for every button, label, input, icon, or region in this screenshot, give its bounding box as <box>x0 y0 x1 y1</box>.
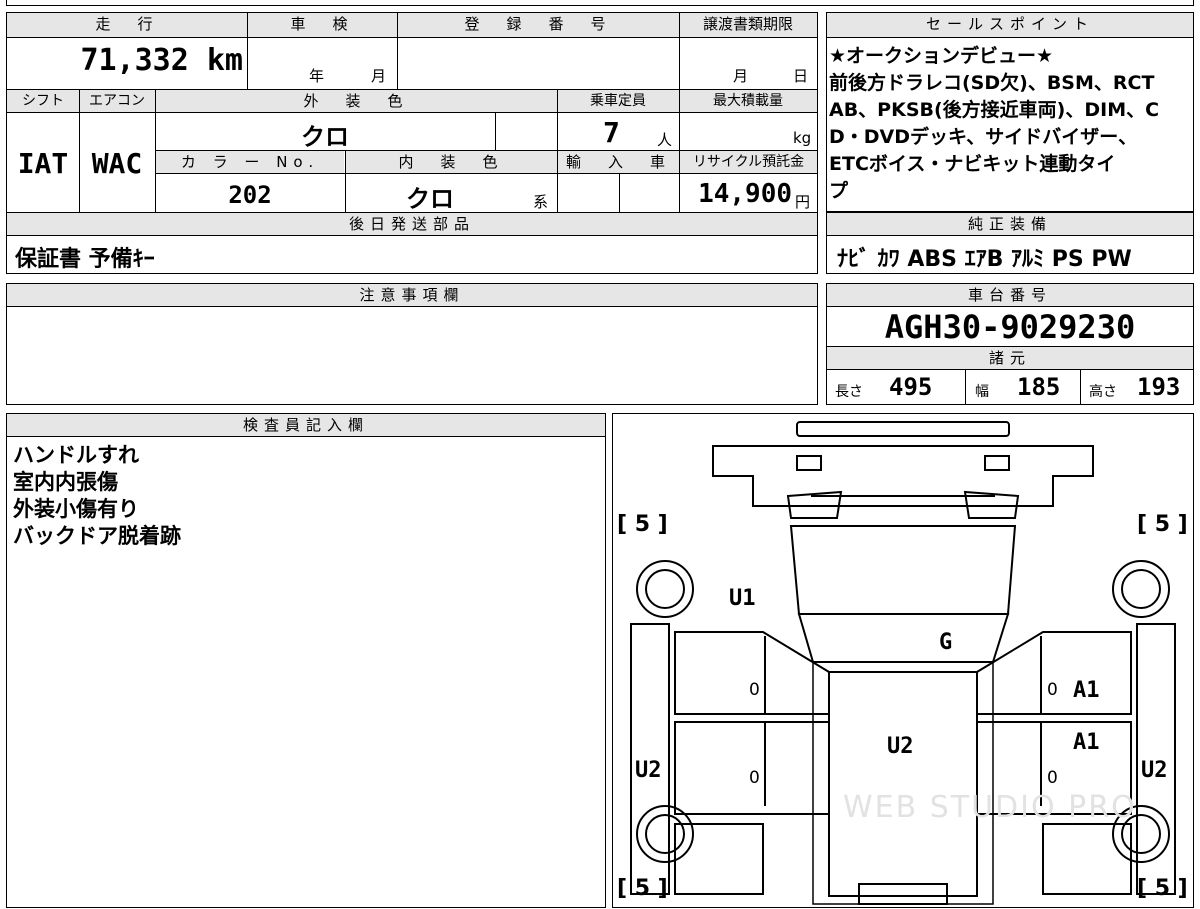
capacity-unit: 人 <box>657 131 673 149</box>
mileage-value: 71,332 km <box>80 43 243 78</box>
watermark: WEB STUDIO PRO <box>843 790 1137 825</box>
inspector-line: 外装小傷有り <box>13 497 139 521</box>
width-label: 幅 <box>975 384 989 400</box>
later-parts-header: 後日発送部品 <box>7 213 817 235</box>
tire-depth-bottom-left: [ 5 ] <box>617 876 668 901</box>
transfer-deadline-header: 譲渡書類期限 <box>679 13 817 37</box>
car-diagram <box>630 421 1176 905</box>
recycle-header: リサイクル預託金 <box>680 151 817 173</box>
capacity-value: 7 <box>603 116 620 149</box>
interior-suffix: 系 <box>533 193 549 211</box>
notes-box: 注意事項欄 <box>6 283 818 405</box>
width-value: 185 <box>1017 373 1061 401</box>
inspector-box: 検査員記入欄 ハンドルすれ 室内内張傷 外装小傷有り バックドア脱着跡 <box>6 413 606 908</box>
car-diagram-box: [ 5 ] [ 5 ] [ 5 ] [ 5 ] U1 G A1 A1 U2 U2… <box>612 413 1194 908</box>
recycle-unit: 円 <box>795 193 811 211</box>
exterior-header: 外 装 色 <box>155 90 557 112</box>
chassis-number: AGH30-9029230 <box>884 308 1136 346</box>
vehicle-info-table: 走 行 車 検 登 録 番 号 譲渡書類期限 71,332 km 年 月 月 日… <box>6 12 818 274</box>
damage-mark-u2-center: U2 <box>887 734 914 759</box>
shaken-year: 年 <box>309 67 325 85</box>
color-no-header: カ ラ ー No. <box>156 151 344 173</box>
sales-point-header: セールスポイント <box>827 13 1193 37</box>
shift-header: シフト <box>7 90 79 112</box>
inspector-header: 検査員記入欄 <box>7 414 605 436</box>
maxload-unit: kg <box>793 129 812 147</box>
sales-point-line: 前後方ドラレコ(SD欠)、BSM、RCT <box>829 72 1155 94</box>
transfer-month: 月 <box>733 67 749 85</box>
inspector-line: バックドア脱着跡 <box>13 524 181 548</box>
import-header: 輸 入 車 <box>558 151 679 173</box>
equipment-box: 純正装備 ﾅﾋﾞ ｶﾜ ABS ｴｱB ｱﾙﾐ PS PW <box>826 212 1194 274</box>
height-value: 193 <box>1137 373 1181 401</box>
length-label: 長さ <box>835 384 863 400</box>
notes-header: 注意事項欄 <box>7 284 817 306</box>
transfer-day: 日 <box>793 67 809 85</box>
maxload-header: 最大積載量 <box>679 90 817 112</box>
sales-point-box: セールスポイント ★オークションデビュー★ 前後方ドラレコ(SD欠)、BSM、R… <box>826 12 1194 212</box>
capacity-header: 乗車定員 <box>557 90 679 112</box>
shaken-month: 月 <box>371 67 387 85</box>
damage-mark-u1: U1 <box>729 586 756 611</box>
sales-point-line: ETCボイス・ナビキット連動タイ <box>829 153 1116 175</box>
equipment-value: ﾅﾋﾞ ｶﾜ ABS ｴｱB ｱﾙﾐ PS PW <box>837 247 1132 272</box>
sales-point-line: AB、PKSB(後方接近車両)、DIM、C <box>829 99 1160 121</box>
spec-header: 諸元 <box>827 347 1193 369</box>
chassis-box: 車台番号 AGH30-9029230 諸元 長さ 495 幅 185 高さ 19… <box>826 283 1194 405</box>
damage-mark-u2-right: U2 <box>1141 758 1168 783</box>
height-label: 高さ <box>1089 384 1117 400</box>
inspector-line: 室内内張傷 <box>13 470 118 494</box>
later-parts-value: 保証書 予備ｷｰ <box>15 247 155 272</box>
ac-value: WAC <box>91 147 143 180</box>
length-value: 495 <box>889 373 933 401</box>
chassis-header: 車台番号 <box>827 284 1193 306</box>
tire-depth-top-right: [ 5 ] <box>1137 512 1188 537</box>
interior-header: 内 装 色 <box>345 151 557 173</box>
mileage-header: 走 行 <box>7 13 247 37</box>
zero-mark-right-upper: 0 <box>1047 680 1058 700</box>
sales-point-line: プ <box>829 180 849 202</box>
ac-header: エアコン <box>79 90 155 112</box>
tire-depth-top-left: [ 5 ] <box>617 512 668 537</box>
zero-mark-left-lower: 0 <box>749 768 760 788</box>
registration-header: 登 録 番 号 <box>397 13 679 37</box>
sales-point-line: D・DVDデッキ、サイドバイザー、 <box>829 126 1138 148</box>
inspector-line: ハンドルすれ <box>13 443 139 467</box>
recycle-amount: 14,900 <box>698 179 792 209</box>
damage-mark-u2-left: U2 <box>635 758 662 783</box>
color-no-value: 202 <box>228 181 272 209</box>
top-strip <box>6 0 1194 6</box>
exterior-value: クロ <box>301 123 349 151</box>
tire-depth-bottom-right: [ 5 ] <box>1137 876 1188 901</box>
shaken-header: 車 検 <box>247 13 397 37</box>
damage-mark-g: G <box>939 630 953 655</box>
zero-mark-left-upper: 0 <box>749 680 760 700</box>
interior-value: クロ <box>406 185 454 213</box>
shift-value: IAT <box>17 147 69 180</box>
damage-mark-a1-lower: A1 <box>1073 730 1100 755</box>
zero-mark-right-lower: 0 <box>1047 768 1058 788</box>
damage-mark-a1-upper: A1 <box>1073 678 1100 703</box>
sales-point-text: ★オークションデビュー★ 前後方ドラレコ(SD欠)、BSM、RCT AB、PKS… <box>829 43 1191 205</box>
equipment-header: 純正装備 <box>827 213 1193 235</box>
sales-point-line: ★オークションデビュー★ <box>829 45 1054 67</box>
